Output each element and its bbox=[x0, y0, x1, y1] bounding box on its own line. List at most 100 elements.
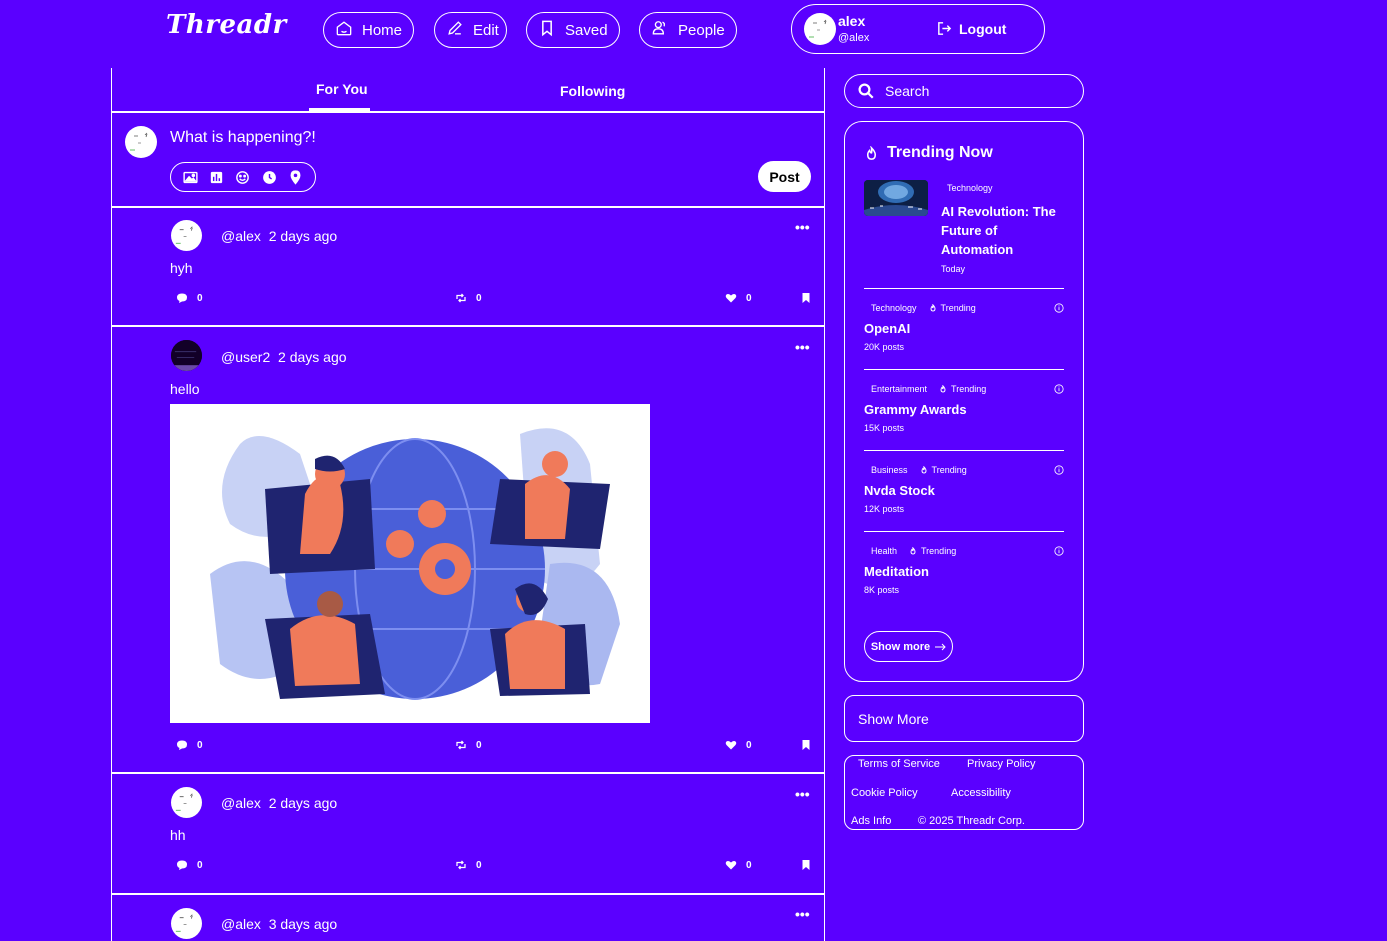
divider bbox=[112, 772, 824, 774]
poll-icon[interactable] bbox=[208, 169, 225, 186]
logout-button[interactable]: Logout bbox=[936, 20, 1006, 37]
nav-home-label: Home bbox=[362, 21, 403, 39]
comment-count: 0 bbox=[197, 739, 203, 751]
tab-for-you[interactable]: For You bbox=[316, 81, 368, 97]
post-text: hello bbox=[170, 381, 200, 397]
divider bbox=[112, 111, 824, 113]
trend-item[interactable]: Technology Trending OpenAI 20K posts bbox=[864, 303, 1064, 365]
trend-item[interactable]: Health Trending Meditation 8K posts bbox=[864, 546, 1064, 608]
trend-category: Business bbox=[871, 465, 908, 475]
footer-copyright: © 2025 Threadr Corp. bbox=[918, 815, 1025, 827]
repost-button[interactable]: 0 bbox=[455, 739, 482, 751]
trend-tag: Trending bbox=[939, 384, 986, 394]
comment-icon bbox=[177, 293, 187, 303]
post-avatar[interactable] bbox=[171, 220, 202, 251]
nav-edit-button[interactable]: Edit bbox=[434, 12, 507, 48]
show-more-button[interactable]: Show more bbox=[864, 631, 953, 662]
repost-icon bbox=[456, 293, 466, 303]
post-avatar[interactable] bbox=[171, 787, 202, 818]
app-logo[interactable]: Threadr bbox=[166, 10, 287, 40]
trend-tag-label: Trending bbox=[921, 546, 957, 556]
flame-icon bbox=[929, 304, 937, 312]
post-more-button[interactable]: ••• bbox=[795, 786, 810, 802]
post-time: 2 days ago bbox=[278, 349, 347, 365]
post-more-button[interactable]: ••• bbox=[795, 339, 810, 355]
post-button[interactable]: Post bbox=[758, 161, 811, 192]
trend-posts: 20K posts bbox=[864, 342, 905, 352]
post-meta: @user2 2 days ago bbox=[221, 349, 347, 365]
trend-tag: Trending bbox=[909, 546, 956, 556]
nav-edit-label: Edit bbox=[473, 21, 499, 39]
post-more-button[interactable]: ••• bbox=[795, 906, 810, 922]
bookmark-button[interactable] bbox=[800, 739, 812, 751]
like-count: 0 bbox=[746, 739, 752, 751]
info-icon[interactable] bbox=[1054, 303, 1064, 313]
post-handle[interactable]: @alex bbox=[221, 916, 261, 932]
footer-link-cookie[interactable]: Cookie Policy bbox=[851, 787, 918, 799]
user-avatar[interactable] bbox=[804, 13, 836, 45]
tab-following[interactable]: Following bbox=[560, 83, 625, 99]
post-more-button[interactable]: ••• bbox=[795, 219, 810, 235]
footer-link-terms[interactable]: Terms of Service bbox=[858, 758, 940, 770]
footer-link-accessibility[interactable]: Accessibility bbox=[951, 787, 1011, 799]
like-button[interactable]: 0 bbox=[725, 859, 752, 871]
search-bar[interactable]: Search bbox=[844, 74, 1084, 108]
post-avatar[interactable] bbox=[171, 340, 202, 371]
featured-thumbnail[interactable] bbox=[864, 180, 928, 216]
repost-count: 0 bbox=[476, 292, 482, 304]
compose-input[interactable]: What is happening?! bbox=[170, 129, 316, 147]
nav-saved-label: Saved bbox=[565, 21, 608, 39]
logout-icon bbox=[936, 20, 953, 37]
post-time: 3 days ago bbox=[268, 916, 338, 932]
footer-link-ads-info[interactable]: Ads Info bbox=[851, 815, 891, 827]
comment-icon bbox=[177, 860, 187, 870]
nav-people-label: People bbox=[678, 21, 725, 39]
info-icon[interactable] bbox=[1054, 465, 1064, 475]
nav-home-button[interactable]: Home bbox=[323, 12, 414, 48]
trend-item[interactable]: Business Trending Nvda Stock 12K posts bbox=[864, 465, 1064, 527]
search-input[interactable]: Search bbox=[885, 83, 929, 99]
schedule-icon[interactable] bbox=[261, 169, 278, 186]
nav-people-button[interactable]: People bbox=[639, 12, 737, 48]
post-meta: @alex 3 days ago bbox=[221, 916, 337, 932]
trend-item[interactable]: Entertainment Trending Grammy Awards 15K… bbox=[864, 384, 1064, 446]
footer-link-privacy[interactable]: Privacy Policy bbox=[967, 758, 1035, 770]
info-icon[interactable] bbox=[1054, 546, 1064, 556]
heart-icon bbox=[725, 740, 737, 750]
post-handle[interactable]: @user2 bbox=[221, 349, 270, 365]
flame-icon bbox=[864, 145, 879, 161]
people-icon bbox=[650, 18, 670, 42]
featured-headline[interactable]: AI Revolution: The Future of Automation bbox=[941, 202, 1069, 259]
post-image[interactable] bbox=[170, 404, 650, 723]
post-meta: @alex 2 days ago bbox=[221, 795, 337, 811]
show-more-panel-button[interactable]: Show More bbox=[844, 695, 1084, 742]
emoji-icon[interactable] bbox=[234, 169, 251, 186]
post-meta: @alex 2 days ago bbox=[221, 228, 337, 244]
comment-button[interactable]: 0 bbox=[176, 292, 203, 304]
bookmark-button[interactable] bbox=[800, 292, 812, 304]
comment-button[interactable]: 0 bbox=[176, 859, 203, 871]
user-name: alex bbox=[838, 13, 866, 29]
show-more-label: Show more bbox=[870, 640, 931, 653]
flame-icon bbox=[920, 466, 928, 474]
divider bbox=[864, 369, 1064, 370]
comment-button[interactable]: 0 bbox=[176, 739, 203, 751]
repost-button[interactable]: 0 bbox=[455, 859, 482, 871]
info-icon[interactable] bbox=[1054, 384, 1064, 394]
post-time: 2 days ago bbox=[268, 795, 338, 811]
like-button[interactable]: 0 bbox=[725, 739, 752, 751]
post-handle[interactable]: @alex bbox=[221, 228, 261, 244]
bookmark-button[interactable] bbox=[800, 859, 812, 871]
repost-button[interactable]: 0 bbox=[455, 292, 482, 304]
post-handle[interactable]: @alex bbox=[221, 795, 261, 811]
nav-saved-button[interactable]: Saved bbox=[526, 12, 620, 48]
post-time: 2 days ago bbox=[268, 228, 338, 244]
image-icon[interactable] bbox=[182, 169, 199, 186]
post-avatar[interactable] bbox=[171, 908, 202, 939]
location-icon[interactable] bbox=[287, 169, 304, 186]
divider bbox=[864, 450, 1064, 451]
like-button[interactable]: 0 bbox=[725, 292, 752, 304]
comment-count: 0 bbox=[197, 292, 203, 304]
trend-tag: Trending bbox=[929, 303, 976, 313]
heart-icon bbox=[725, 860, 737, 870]
